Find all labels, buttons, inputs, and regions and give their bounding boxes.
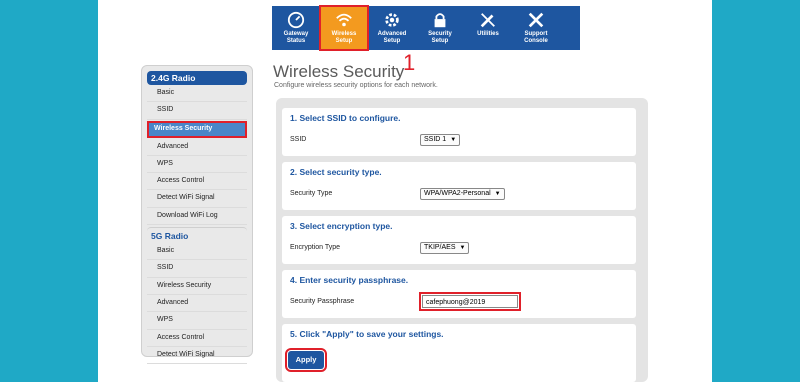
section-title: 5. Click "Apply" to save your settings.	[290, 329, 444, 339]
sidebar-item-wps[interactable]: WPS	[147, 156, 247, 174]
nav-label: Security Setup	[428, 31, 452, 44]
sidebar-item-ssid-5g[interactable]: SSID	[147, 260, 247, 278]
nav-label: Gateway Status	[283, 31, 309, 44]
sidebar-item-advanced[interactable]: Advanced	[147, 139, 247, 156]
section-encryption-type: 3. Select encryption type. Encryption Ty…	[282, 216, 636, 264]
passphrase-input[interactable]: cafephuong@2019	[419, 292, 521, 311]
section-title: 3. Select encryption type.	[290, 221, 393, 231]
sidebar-group-5g: 5G Radio	[147, 227, 247, 243]
lock-icon	[434, 13, 446, 28]
sidebar: 2.4G Radio Basic SSID Wireless Security …	[141, 65, 253, 365]
encryption-type-select[interactable]: TKIP/AES ▼	[420, 242, 470, 254]
sidebar-item-basic[interactable]: Basic	[147, 85, 247, 103]
sidebar-item-access-control[interactable]: Access Control	[147, 173, 247, 191]
sidebar-item-detect-wifi-signal[interactable]: Detect WiFi Signal	[147, 190, 247, 208]
top-navigation: Gateway Status Wireless Setup Advanced S…	[272, 5, 580, 51]
nav-utilities[interactable]: Utilities	[464, 6, 512, 50]
sidebar-item-wps-5g[interactable]: WPS	[147, 312, 247, 330]
nav-label: Advanced Setup	[377, 31, 407, 44]
sidebar-item-wireless-security-5g[interactable]: Wireless Security	[147, 278, 247, 295]
dropdown-arrow-icon: ▼	[494, 191, 501, 197]
encryption-type-label: Encryption Type	[290, 244, 341, 251]
select-value: WPA/WPA2-Personal	[424, 190, 491, 197]
section-title: 2. Select security type.	[290, 167, 382, 177]
section-security-type: 2. Select security type. Security Type W…	[282, 162, 636, 210]
sidebar-item-ssid[interactable]: SSID	[147, 102, 247, 120]
tools-icon	[480, 13, 495, 28]
ssid-select[interactable]: SSID 1 ▼	[420, 134, 461, 146]
sidebar-item-advanced-5g[interactable]: Advanced	[147, 295, 247, 313]
sidebar-item-basic-5g[interactable]: Basic	[147, 243, 247, 261]
gauge-icon	[287, 11, 305, 29]
dropdown-arrow-icon: ▼	[450, 137, 457, 143]
passphrase-label: Security Passphrase	[290, 298, 355, 305]
section-title: 1. Select SSID to configure.	[290, 113, 401, 123]
section-ssid: 1. Select SSID to configure. SSID SSID 1…	[282, 108, 636, 156]
nav-label: Utilities	[477, 31, 499, 37]
nav-wireless-setup[interactable]: Wireless Setup	[319, 5, 369, 51]
apply-button[interactable]: Apply	[285, 348, 327, 372]
select-value: SSID 1	[424, 136, 447, 143]
section-apply: 5. Click "Apply" to save your settings.	[282, 324, 636, 382]
section-title: 4. Enter security passphrase.	[290, 275, 409, 285]
nav-security-setup[interactable]: Security Setup	[416, 6, 464, 50]
security-type-select[interactable]: WPA/WPA2-Personal ▼	[420, 188, 505, 200]
annotation-number-1: 1	[403, 50, 416, 75]
support-icon	[528, 12, 544, 28]
sidebar-item-download-wifi-log[interactable]: Download WiFi Log	[147, 208, 247, 226]
sidebar-item-detect-wifi-signal-5g[interactable]: Detect WiFi Signal	[147, 347, 247, 365]
section-passphrase: 4. Enter security passphrase. Security P…	[282, 270, 636, 318]
ssid-label: SSID	[290, 136, 307, 143]
nav-advanced-setup[interactable]: Advanced Setup	[368, 6, 416, 50]
select-value: TKIP/AES	[424, 244, 456, 251]
nav-label: Wireless Setup	[331, 31, 357, 44]
nav-support-console[interactable]: Support Console	[512, 6, 560, 50]
nav-gateway-status[interactable]: Gateway Status	[272, 6, 320, 50]
security-type-label: Security Type	[290, 190, 333, 197]
page-subtitle: Configure wireless security options for …	[274, 82, 438, 89]
dropdown-arrow-icon: ▼	[459, 245, 466, 251]
sidebar-item-wireless-security[interactable]: Wireless Security	[147, 120, 247, 138]
gear-icon	[385, 13, 399, 27]
nav-label: Support Console	[524, 31, 548, 44]
page-title: Wireless Security	[273, 62, 405, 81]
wifi-icon	[336, 13, 352, 27]
sidebar-item-access-control-5g[interactable]: Access Control	[147, 330, 247, 347]
sidebar-group-2-4g: 2.4G Radio	[147, 71, 247, 85]
